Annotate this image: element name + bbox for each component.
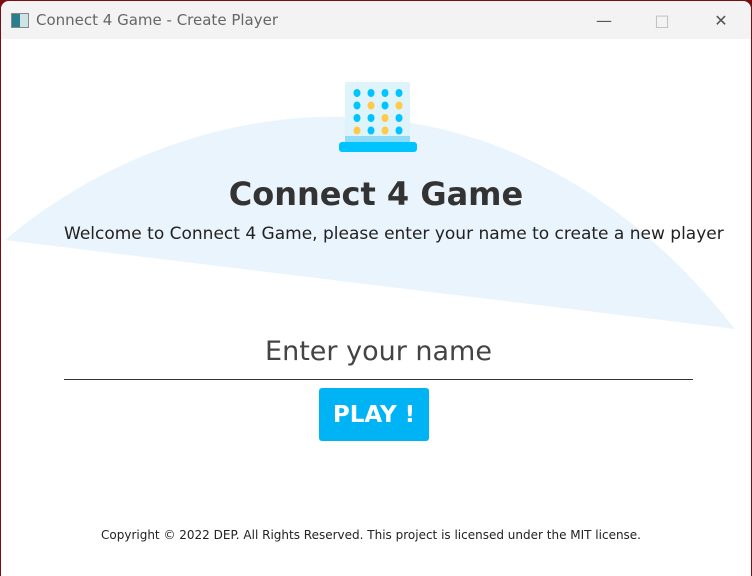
disc [395, 126, 403, 135]
disc [381, 114, 389, 122]
disc [381, 126, 389, 135]
board-base [345, 136, 410, 142]
disc [367, 89, 375, 97]
disc [367, 114, 375, 122]
disc [353, 114, 361, 122]
stand [339, 142, 417, 152]
connect4-logo-icon [339, 82, 417, 152]
copyright-footer: Copyright © 2022 DEP. All Rights Reserve… [101, 528, 641, 542]
disc [367, 101, 375, 110]
disc [395, 114, 403, 122]
disc [353, 101, 361, 110]
welcome-text: Welcome to Connect 4 Game, please enter … [64, 224, 724, 244]
page-title: Connect 4 Game [228, 175, 524, 213]
name-input[interactable] [64, 323, 693, 380]
disc [381, 89, 389, 97]
disc [353, 89, 361, 97]
app-window: Connect 4 Game - Create Player — □ ✕ Con… [1, 1, 751, 576]
disc [395, 101, 403, 110]
disc [353, 126, 361, 135]
disc [381, 101, 389, 110]
play-button[interactable]: PLAY ! [319, 388, 429, 441]
disc [395, 89, 403, 97]
disc [367, 126, 375, 135]
